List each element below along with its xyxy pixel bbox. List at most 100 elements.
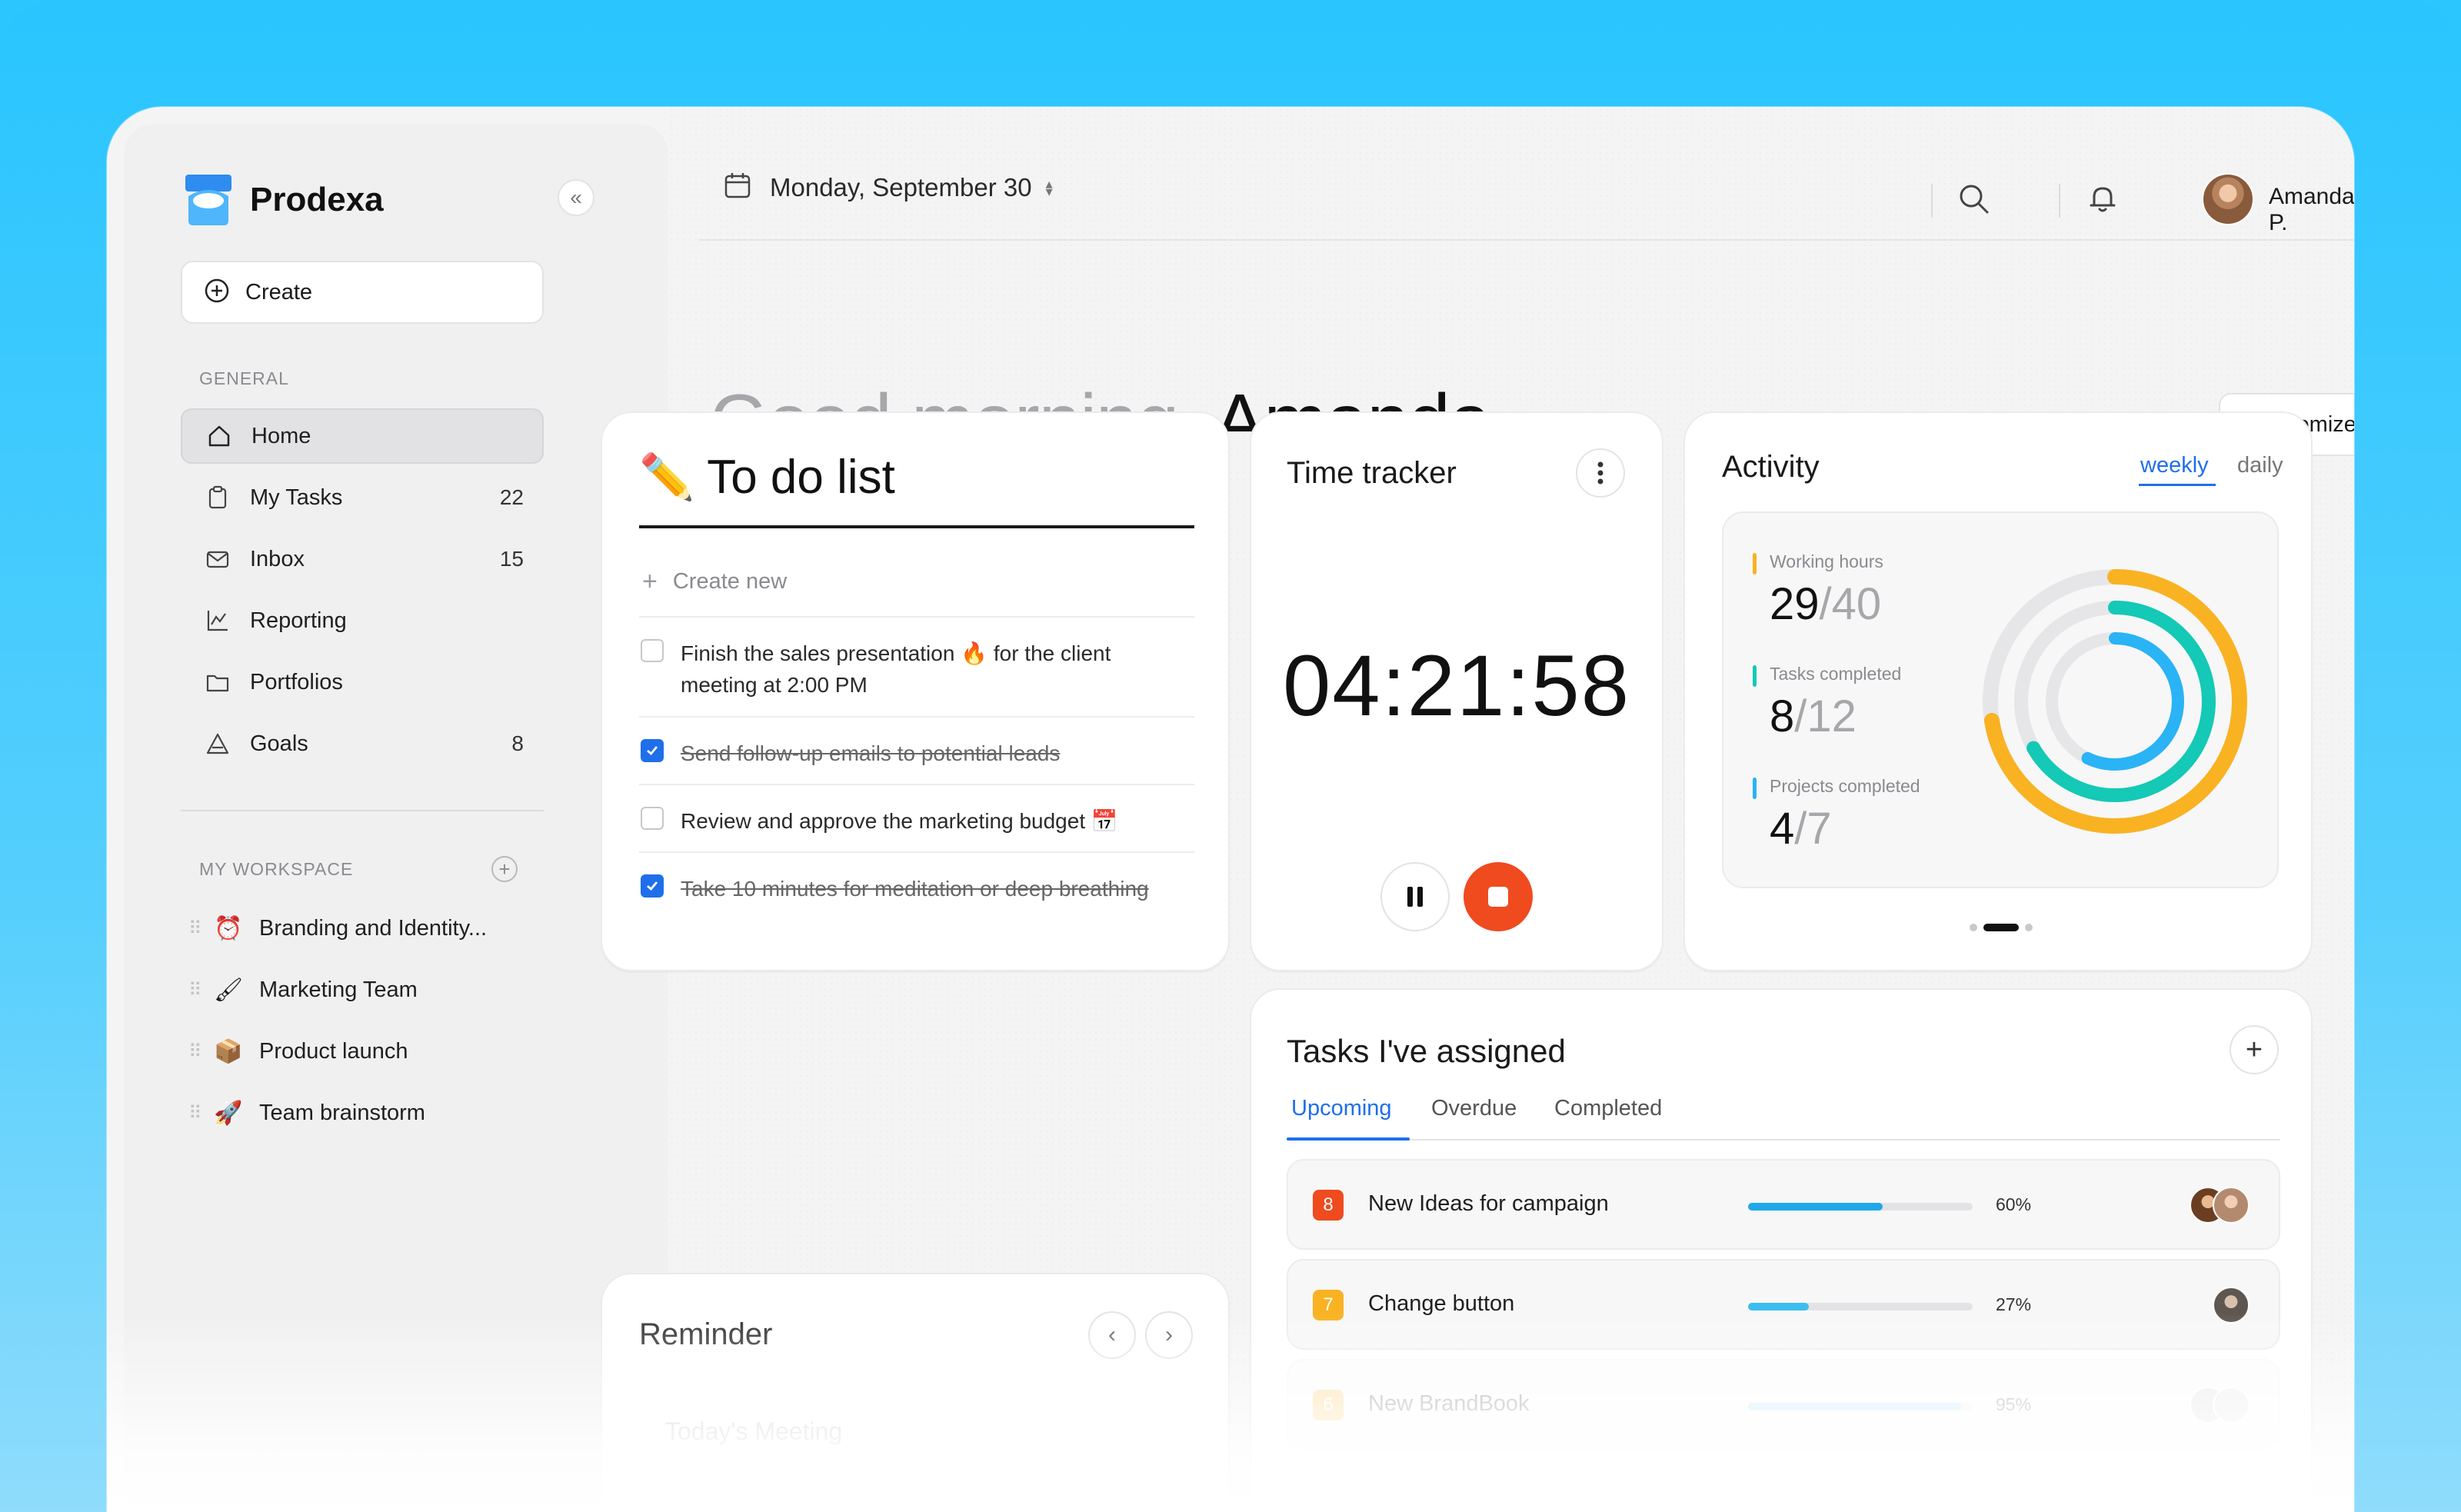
workspace-item-marketing[interactable]: ⠿ 🖌 Marketing Team — [181, 962, 544, 1017]
add-workspace-button[interactable]: + — [491, 856, 518, 882]
sidebar-item-my-tasks[interactable]: My Tasks 22 — [181, 470, 544, 525]
task-checkbox[interactable] — [641, 807, 664, 830]
task-number-badge: 6 — [1313, 1390, 1344, 1420]
stat-number: 4 — [1770, 804, 1795, 854]
carousel-dot[interactable] — [1970, 924, 1977, 931]
paintbrush-icon: 🖌 — [213, 977, 244, 1003]
date-picker[interactable]: Monday, September 30 ▴ ▾ — [722, 170, 1053, 205]
todo-header: ✏️ To do list — [639, 450, 895, 505]
workspace-item-label: Team brainstorm — [259, 1100, 425, 1125]
table-row[interactable]: 7 Change button 27% — [1287, 1259, 2280, 1350]
reminder-next-button[interactable]: › — [1145, 1311, 1193, 1359]
tab-completed[interactable]: Completed — [1554, 1096, 1662, 1121]
stat-total: /7 — [1794, 804, 1832, 854]
tabs-divider — [1287, 1139, 2280, 1141]
drag-handle-icon[interactable]: ⠿ — [188, 979, 202, 1001]
workspace-item-branding[interactable]: ⠿ ⏰ Branding and Identity... — [181, 901, 544, 956]
stat-value: 4/7 — [1770, 803, 1920, 854]
count-badge: 8 — [511, 731, 524, 755]
stat-working-hours: Working hours 29/40 — [1753, 551, 1883, 630]
progress-fill — [1748, 1403, 1962, 1410]
carousel-dot[interactable] — [2025, 924, 2033, 931]
progress-bar — [1748, 1303, 1973, 1311]
general-section-label: GENERAL — [199, 368, 289, 388]
pause-button[interactable] — [1380, 862, 1450, 931]
sidebar-item-label: Portfolios — [250, 669, 343, 694]
task-name: New Ideas for campaign — [1368, 1191, 1609, 1216]
todo-item[interactable]: Finish the sales presentation 🔥 for the … — [639, 616, 1194, 716]
todo-item-text: Review and approve the marketing budget … — [681, 809, 1118, 833]
create-button[interactable]: Create — [181, 261, 544, 324]
task-checkbox[interactable] — [641, 639, 664, 662]
workspace-item-product-launch[interactable]: ⠿ 📦 Product launch — [181, 1024, 544, 1079]
package-icon: 📦 — [214, 1038, 243, 1064]
todo-title-underline — [639, 525, 1194, 528]
todo-item[interactable]: Send follow-up emails to potential leads — [639, 716, 1194, 784]
assignee-avatar[interactable] — [2213, 1187, 2250, 1224]
activity-ring-chart — [1983, 569, 2247, 834]
create-new-label: Create new — [672, 569, 788, 594]
task-checkbox-checked[interactable] — [641, 874, 664, 898]
drag-handle-icon[interactable]: ⠿ — [188, 1041, 202, 1063]
tab-daily[interactable]: daily — [2237, 453, 2283, 478]
stat-color-bar — [1753, 778, 1757, 799]
header-divider-line — [699, 239, 2354, 241]
calendar-icon — [722, 170, 753, 205]
activity-card: Activity weekly daily Working hours 29/4… — [1683, 411, 2313, 971]
assignee-avatar[interactable] — [2213, 1287, 2250, 1324]
tab-upcoming[interactable]: Upcoming — [1291, 1096, 1392, 1121]
tab-weekly[interactable]: weekly — [2140, 453, 2209, 478]
carousel-dot-active[interactable] — [1983, 924, 2019, 931]
table-row[interactable]: 8 New Ideas for campaign 60% — [1287, 1159, 2280, 1250]
create-new-task-button[interactable]: + Create new — [642, 567, 787, 597]
assignee-avatar[interactable] — [2213, 1387, 2250, 1424]
progress-bar — [1748, 1403, 1973, 1410]
reminder-prev-button[interactable]: ‹ — [1088, 1311, 1136, 1359]
create-label: Create — [245, 279, 313, 305]
chevron-updown-icon: ▴ ▾ — [1045, 175, 1053, 199]
user-name[interactable]: Amanda P. — [2269, 184, 2354, 236]
todo-item-text: Take 10 minutes for meditation or deep b… — [681, 877, 1149, 901]
folder-icon — [202, 667, 233, 698]
workspace-item-brainstorm[interactable]: ⠿ 🚀 Team brainstorm — [181, 1085, 544, 1141]
sidebar-item-label: Home — [251, 423, 311, 448]
current-date: Monday, September 30 — [770, 172, 1032, 201]
stat-number: 8 — [1770, 691, 1795, 741]
more-options-icon[interactable] — [1576, 448, 1625, 498]
todo-item[interactable]: Take 10 minutes for meditation or deep b… — [639, 851, 1194, 919]
table-row[interactable]: 6 New BrandBook 95% — [1287, 1359, 2280, 1450]
bell-icon[interactable] — [2085, 181, 2120, 220]
sidebar-item-portfolios[interactable]: Portfolios — [181, 654, 544, 710]
task-checkbox-checked[interactable] — [641, 739, 664, 762]
sidebar-item-inbox[interactable]: Inbox 15 — [181, 531, 544, 587]
activity-title: Activity — [1722, 450, 1820, 484]
plus-icon: + — [642, 567, 658, 596]
reminder-item[interactable]: Today's Meeting — [665, 1417, 842, 1446]
count-badge: 15 — [499, 547, 524, 571]
stat-label: Projects completed — [1770, 776, 1920, 796]
pencil-icon: ✏️ — [639, 451, 695, 502]
user-avatar[interactable] — [2202, 173, 2254, 225]
rocket-icon: 🚀 — [214, 1100, 243, 1126]
drag-handle-icon[interactable]: ⠿ — [188, 918, 202, 940]
todo-item[interactable]: Review and approve the marketing budget … — [639, 784, 1194, 851]
stop-button[interactable] — [1464, 862, 1533, 931]
todo-card: ✏️ To do list + Create new Finish the sa… — [601, 411, 1230, 971]
active-tab-indicator — [1287, 1137, 1410, 1141]
stat-label: Tasks completed — [1770, 664, 1902, 684]
add-task-button[interactable]: + — [2230, 1025, 2279, 1074]
sidebar-item-reporting[interactable]: Reporting — [181, 593, 544, 648]
carousel-dots[interactable] — [1966, 924, 2036, 931]
progress-percent: 27% — [1996, 1294, 2032, 1314]
drag-handle-icon[interactable]: ⠿ — [188, 1102, 202, 1124]
logo[interactable]: Prodexa — [184, 173, 384, 227]
sidebar: Prodexa « Create GENERAL Home My Tasks 2… — [124, 124, 668, 1512]
workspace-section-label: MY WORKSPACE — [199, 859, 354, 879]
chart-icon — [202, 605, 233, 636]
collapse-sidebar-button[interactable]: « — [558, 179, 594, 216]
progress-percent: 60% — [1996, 1194, 2032, 1214]
search-icon[interactable] — [1956, 181, 1991, 220]
tab-overdue[interactable]: Overdue — [1431, 1096, 1517, 1121]
sidebar-item-goals[interactable]: Goals 8 — [181, 716, 544, 771]
sidebar-item-home[interactable]: Home — [181, 408, 544, 464]
